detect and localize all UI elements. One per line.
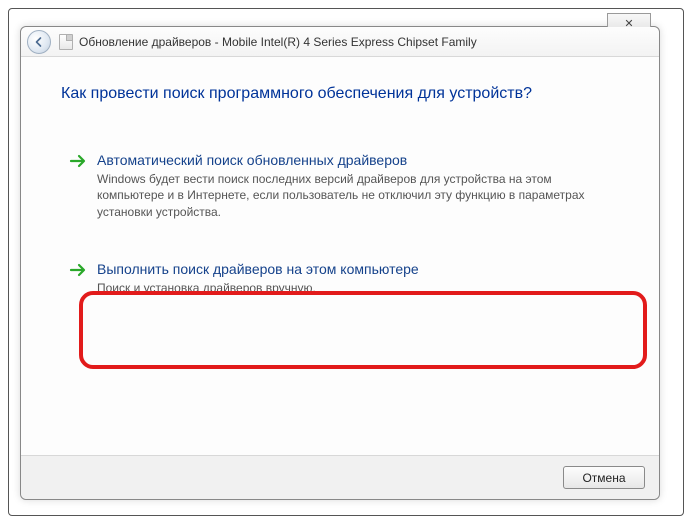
page-heading: Как провести поиск программного обеспече… bbox=[61, 85, 619, 103]
back-button[interactable] bbox=[27, 30, 51, 54]
window-title: Обновление драйверов - Mobile Intel(R) 4… bbox=[79, 35, 477, 49]
content-area: Как провести поиск программного обеспече… bbox=[21, 57, 659, 310]
document-icon bbox=[59, 34, 73, 50]
driver-update-wizard: ✕ Обновление драйверов - Mobile Intel(R)… bbox=[20, 26, 660, 500]
footer: Отмена bbox=[21, 455, 659, 499]
arrow-right-icon bbox=[69, 152, 87, 170]
option-title: Выполнить поиск драйверов на этом компью… bbox=[97, 260, 611, 278]
option-title: Автоматический поиск обновленных драйвер… bbox=[97, 151, 611, 169]
option-desc: Поиск и установка драйверов вручную. bbox=[97, 280, 611, 296]
back-arrow-icon bbox=[33, 36, 45, 48]
option-desc: Windows будет вести поиск последних верс… bbox=[97, 171, 611, 220]
arrow-right-icon bbox=[69, 261, 87, 279]
option-browse-computer[interactable]: Выполнить поиск драйверов на этом компью… bbox=[61, 250, 619, 310]
option-auto-search[interactable]: Автоматический поиск обновленных драйвер… bbox=[61, 141, 619, 234]
titlebar: Обновление драйверов - Mobile Intel(R) 4… bbox=[21, 27, 659, 57]
cancel-button[interactable]: Отмена bbox=[563, 466, 645, 489]
